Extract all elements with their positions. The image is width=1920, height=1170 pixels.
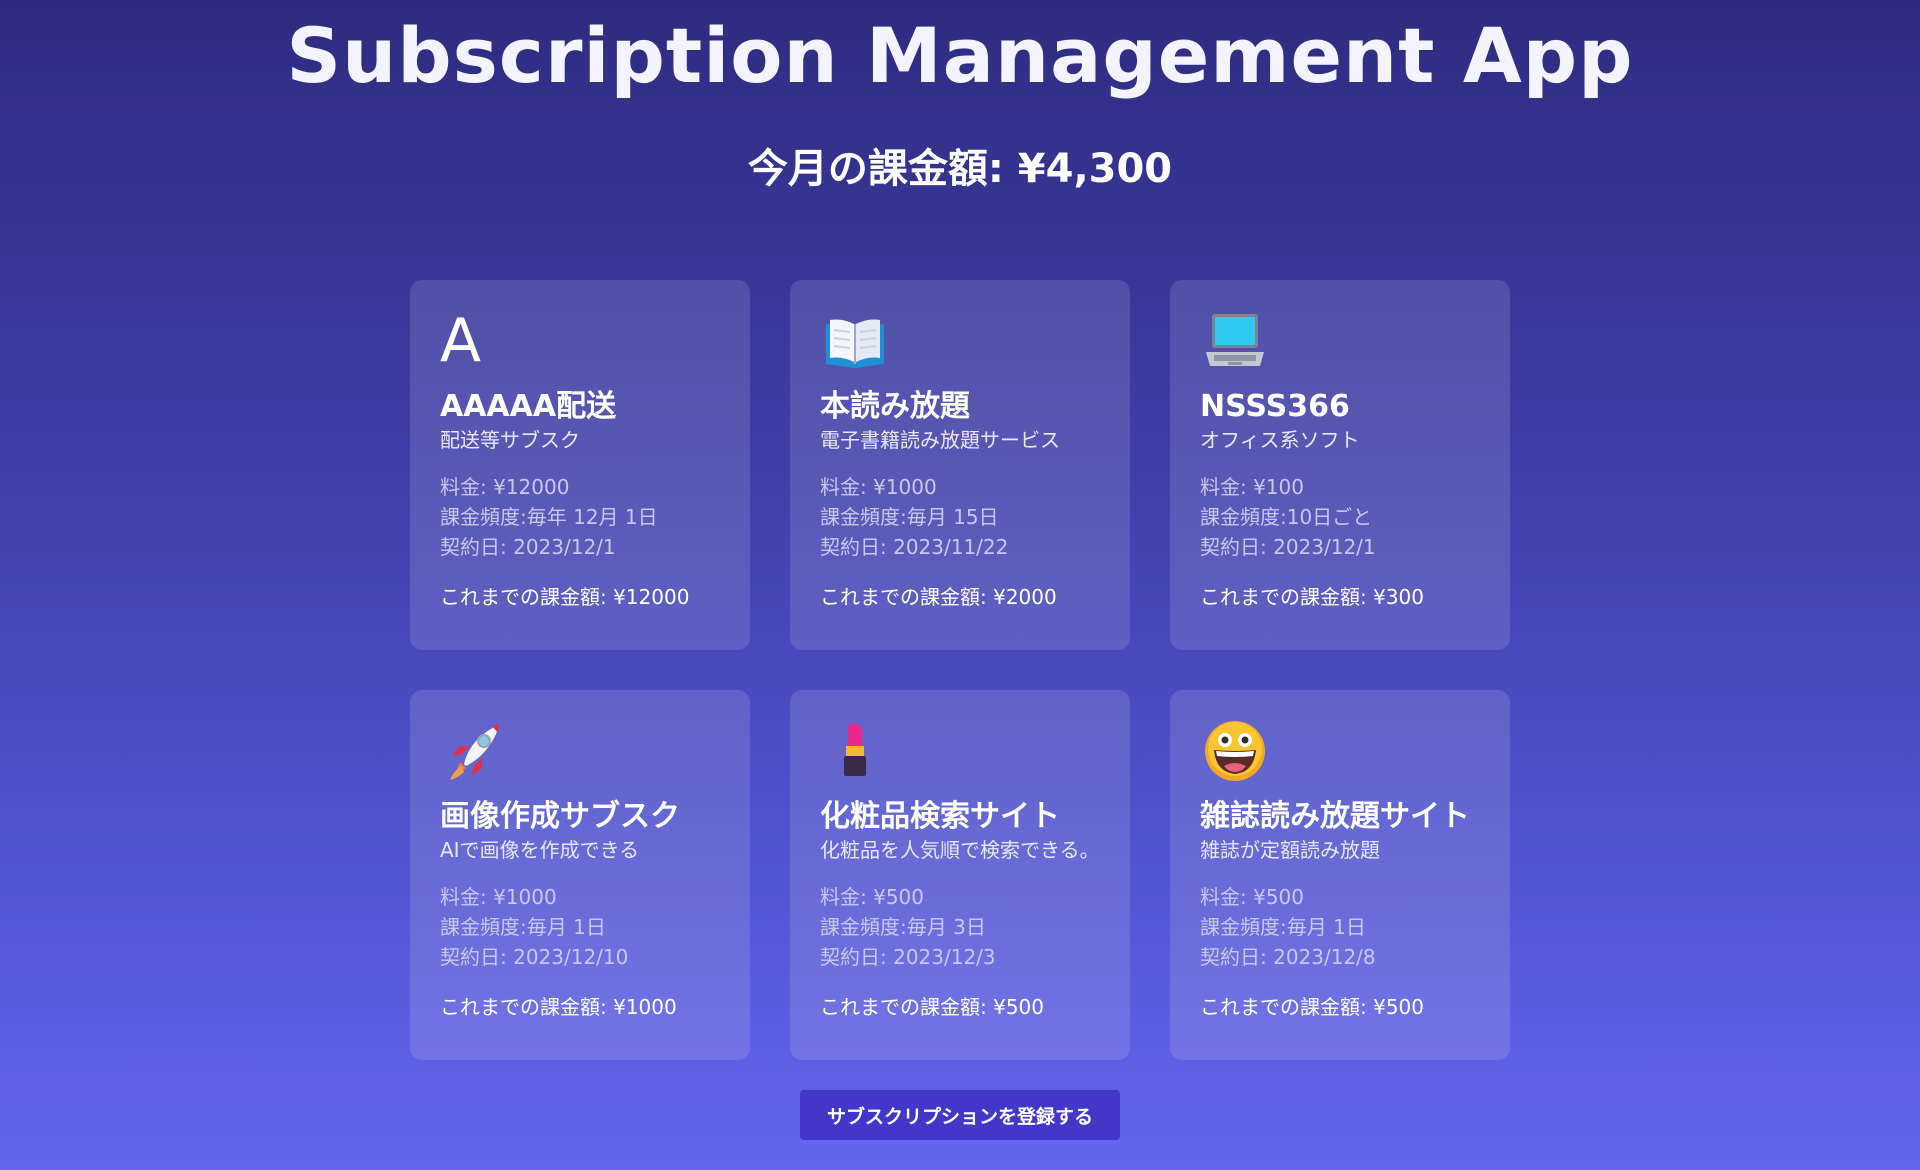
- subscription-card[interactable]: 化粧品検索サイト 化粧品を人気順で検索できる。 料金: ¥500 課金頻度:毎月…: [790, 690, 1130, 1060]
- subscription-contract-date: 契約日: 2023/12/3: [820, 945, 996, 969]
- subscription-description: オフィス系ソフト: [1200, 428, 1360, 452]
- subscription-total: これまでの課金額: ¥500: [1200, 995, 1424, 1019]
- app-title: Subscription Management App: [286, 11, 1634, 100]
- subscription-total: これまでの課金額: ¥1000: [440, 995, 677, 1019]
- subscription-description: 雑誌が定額読み放題: [1200, 838, 1380, 862]
- subscription-price: 料金: ¥500: [820, 885, 924, 909]
- subscription-price: 料金: ¥500: [1200, 885, 1304, 909]
- subscription-frequency: 課金頻度:毎年 12月 1日: [440, 505, 658, 529]
- lipstick-icon: [820, 716, 890, 786]
- subscription-total: これまでの課金額: ¥2000: [820, 585, 1057, 609]
- subscription-frequency: 課金頻度:毎月 3日: [820, 915, 986, 939]
- subscription-name: AAAAA配送: [440, 389, 617, 424]
- subscription-card[interactable]: A AAAAA配送 配送等サブスク 料金: ¥12000 課金頻度:毎年 12月…: [410, 280, 750, 650]
- laptop-icon: [1200, 306, 1270, 376]
- subscription-name: 化粧品検索サイト: [820, 799, 1060, 834]
- subscription-frequency: 課金頻度:毎月 1日: [1200, 915, 1366, 939]
- subscription-card[interactable]: 画像作成サブスク AIで画像を作成できる 料金: ¥1000 課金頻度:毎月 1…: [410, 690, 750, 1060]
- subscription-description: 化粧品を人気順で検索できる。: [820, 838, 1100, 862]
- subscription-grid: A AAAAA配送 配送等サブスク 料金: ¥12000 課金頻度:毎年 12月…: [410, 280, 1510, 1060]
- subscription-contract-date: 契約日: 2023/12/10: [440, 945, 629, 969]
- subscription-contract-date: 契約日: 2023/12/1: [1200, 535, 1376, 559]
- subscription-card[interactable]: 雑誌読み放題サイト 雑誌が定額読み放題 料金: ¥500 課金頻度:毎月 1日 …: [1170, 690, 1510, 1060]
- subscription-total: これまでの課金額: ¥12000: [440, 585, 690, 609]
- subscription-contract-date: 契約日: 2023/12/8: [1200, 945, 1376, 969]
- grinning-face-icon: [1200, 716, 1270, 786]
- subscription-card[interactable]: 本読み放題 電子書籍読み放題サービス 料金: ¥1000 課金頻度:毎月 15日…: [790, 280, 1130, 650]
- subscription-name: 本読み放題: [820, 389, 970, 424]
- subscription-total: これまでの課金額: ¥300: [1200, 585, 1424, 609]
- monthly-total: 今月の課金額: ¥4,300: [747, 146, 1173, 192]
- subscription-price: 料金: ¥100: [1200, 475, 1304, 499]
- subscription-frequency: 課金頻度:毎月 1日: [440, 915, 606, 939]
- register-subscription-button[interactable]: サブスクリプションを登録する: [800, 1090, 1120, 1140]
- subscription-price: 料金: ¥1000: [820, 475, 937, 499]
- subscription-description: AIで画像を作成できる: [440, 838, 640, 862]
- subscription-price: 料金: ¥12000: [440, 475, 570, 499]
- subscription-price: 料金: ¥1000: [440, 885, 557, 909]
- subscription-frequency: 課金頻度:毎月 15日: [820, 505, 999, 529]
- subscription-total: これまでの課金額: ¥500: [820, 995, 1044, 1019]
- open-book-icon: [820, 306, 890, 376]
- subscription-description: 配送等サブスク: [440, 428, 580, 452]
- subscription-card[interactable]: NSSS366 オフィス系ソフト 料金: ¥100 課金頻度:10日ごと 契約日…: [1170, 280, 1510, 650]
- subscription-frequency: 課金頻度:10日ごと: [1200, 505, 1373, 529]
- subscription-name: NSSS366: [1200, 389, 1350, 424]
- subscription-description: 電子書籍読み放題サービス: [820, 428, 1060, 452]
- subscription-name: 雑誌読み放題サイト: [1200, 799, 1470, 834]
- rocket-icon: [440, 716, 510, 786]
- letter-a-icon: A: [440, 306, 482, 376]
- subscription-contract-date: 契約日: 2023/11/22: [820, 535, 1009, 559]
- subscription-name: 画像作成サブスク: [440, 799, 680, 834]
- subscription-contract-date: 契約日: 2023/12/1: [440, 535, 616, 559]
